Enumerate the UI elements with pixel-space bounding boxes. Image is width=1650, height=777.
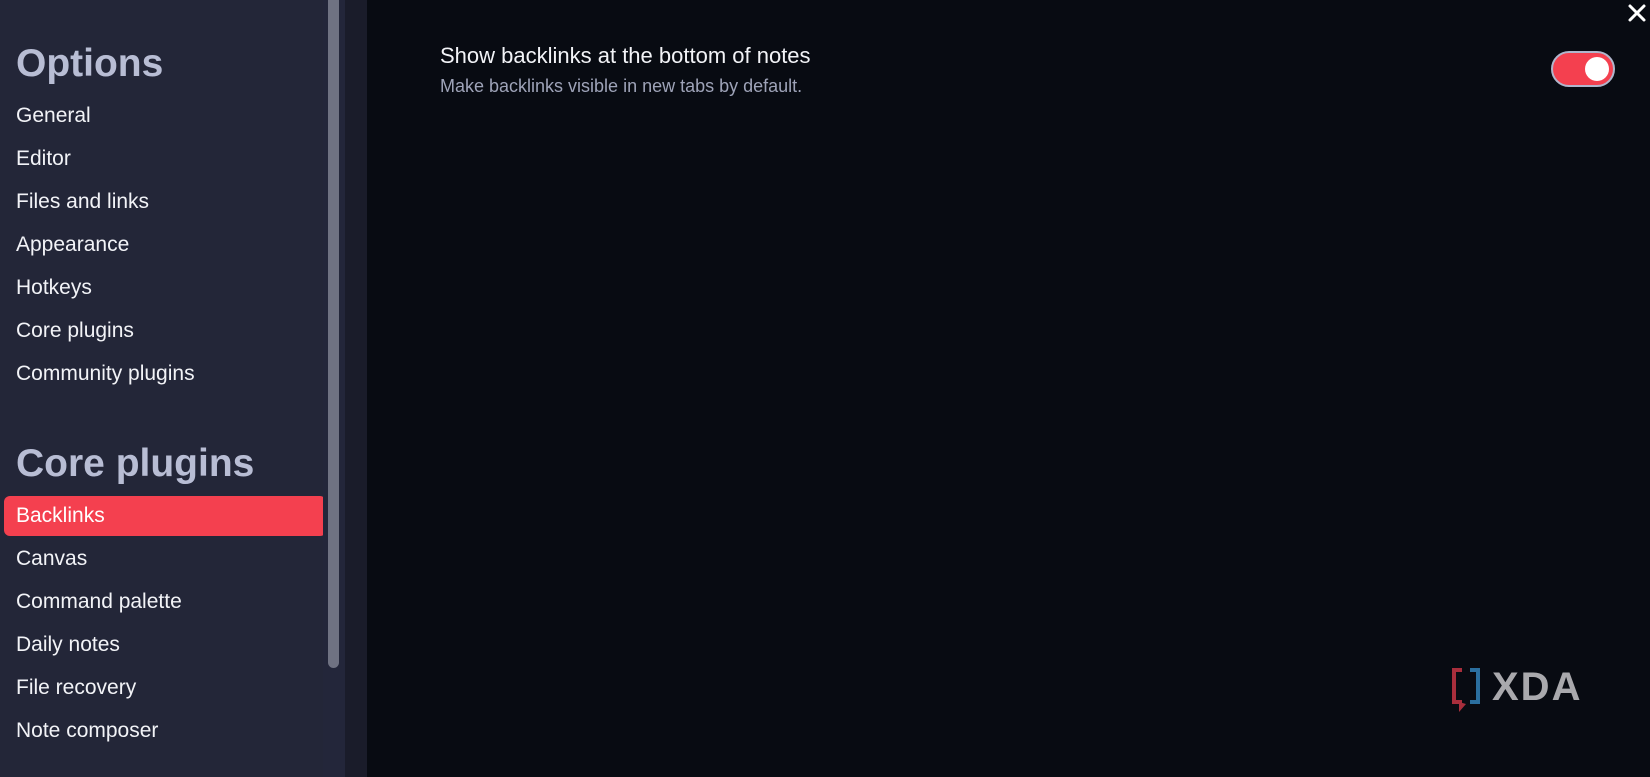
sidebar-item-editor[interactable]: Editor bbox=[4, 139, 326, 179]
sidebar-item-command-palette[interactable]: Command palette bbox=[4, 582, 326, 622]
pane-divider bbox=[345, 0, 367, 777]
sidebar-item-canvas[interactable]: Canvas bbox=[4, 539, 326, 579]
setting-item-backlinks: Show backlinks at the bottom of notes Ma… bbox=[440, 41, 1560, 99]
sidebar-scrollbar-thumb[interactable] bbox=[328, 0, 339, 668]
watermark-text: XDA bbox=[1492, 665, 1582, 709]
settings-sidebar: Options General Editor Files and links A… bbox=[0, 0, 345, 777]
xda-watermark-logo: XDA bbox=[1452, 665, 1582, 712]
close-icon bbox=[1628, 4, 1646, 22]
sidebar-item-community-plugins[interactable]: Community plugins bbox=[4, 354, 326, 394]
sidebar-item-hotkeys[interactable]: Hotkeys bbox=[4, 268, 326, 308]
settings-window: Options General Editor Files and links A… bbox=[0, 0, 1650, 777]
setting-name: Show backlinks at the bottom of notes bbox=[440, 43, 811, 68]
sidebar-item-backlinks[interactable]: Backlinks bbox=[4, 496, 326, 536]
toggle-knob bbox=[1585, 57, 1609, 81]
close-button[interactable] bbox=[1622, 0, 1650, 28]
sidebar-item-general[interactable]: General bbox=[4, 96, 326, 136]
sidebar-item-core-plugins[interactable]: Core plugins bbox=[4, 311, 326, 351]
sidebar-item-appearance[interactable]: Appearance bbox=[4, 225, 326, 265]
sidebar-item-daily-notes[interactable]: Daily notes bbox=[4, 625, 326, 665]
core-plugins-heading: Core plugins bbox=[16, 442, 255, 485]
sidebar-item-files-and-links[interactable]: Files and links bbox=[4, 182, 326, 222]
sidebar-item-file-recovery[interactable]: File recovery bbox=[4, 668, 326, 708]
settings-content: Show backlinks at the bottom of notes Ma… bbox=[367, 0, 1650, 777]
sidebar-scrollbar[interactable] bbox=[323, 0, 345, 777]
core-plugins-nav: Backlinks Canvas Command palette Daily n… bbox=[4, 496, 326, 751]
options-heading: Options bbox=[16, 42, 164, 85]
options-nav: General Editor Files and links Appearanc… bbox=[4, 96, 326, 394]
setting-description: Make backlinks visible in new tabs by de… bbox=[440, 76, 803, 96]
sidebar-item-note-composer[interactable]: Note composer bbox=[4, 711, 326, 751]
backlinks-toggle[interactable] bbox=[1551, 51, 1615, 87]
